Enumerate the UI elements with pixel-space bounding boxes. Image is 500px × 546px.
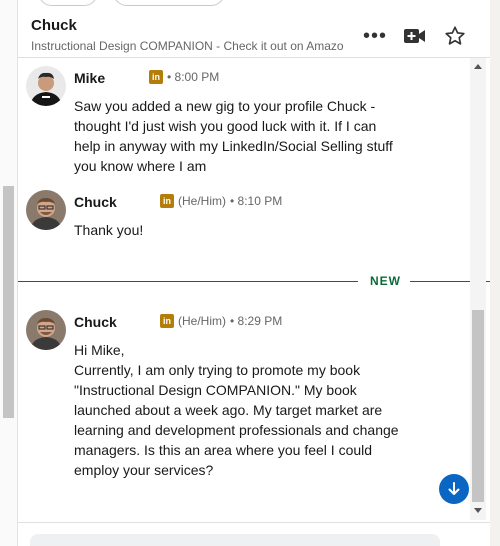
message-time: • 8:00 PM xyxy=(167,70,220,84)
message-thread: Mike in • 8:00 PM Saw you added a new gi… xyxy=(18,58,490,520)
scroll-down-arrow-icon[interactable] xyxy=(474,508,482,513)
sender-name[interactable]: Mike xyxy=(74,70,105,86)
message-body: Hi Mike, Currently, I am only trying to … xyxy=(74,342,399,478)
linkedin-icon: in xyxy=(149,70,163,84)
contact-name[interactable]: Chuck xyxy=(31,17,77,34)
sender-name[interactable]: Chuck xyxy=(74,194,117,210)
thread-scrollbar[interactable] xyxy=(470,58,486,520)
arrow-down-icon xyxy=(448,482,460,495)
scroll-thumb[interactable] xyxy=(472,310,484,502)
conversation-panel: Chuck Instructional Design COMPANION - C… xyxy=(18,0,490,546)
new-label: NEW xyxy=(370,274,401,288)
sender-pronouns: (He/Him) xyxy=(178,194,226,208)
sender-name[interactable]: Chuck xyxy=(74,314,117,330)
star-button[interactable] xyxy=(443,24,467,48)
message-body: Saw you added a new gig to your profile … xyxy=(74,98,393,174)
video-call-button[interactable] xyxy=(402,24,428,48)
linkedin-icon: in xyxy=(160,314,174,328)
contact-headline: Instructional Design COMPANION - Check i… xyxy=(31,39,344,53)
linkedin-icon: in xyxy=(160,194,174,208)
avatar[interactable] xyxy=(26,190,66,230)
message-meta: in (He/Him) • 8:10 PM xyxy=(160,194,282,208)
jump-to-latest-button[interactable] xyxy=(439,474,469,504)
message-compose-box[interactable] xyxy=(30,534,440,546)
left-scroll-thumb[interactable] xyxy=(3,186,14,418)
message-time: • 8:29 PM xyxy=(230,314,283,328)
sender-pronouns: (He/Him) xyxy=(178,314,226,328)
message-meta: in (He/Him) • 8:29 PM xyxy=(160,314,282,328)
star-outline-icon xyxy=(445,26,465,45)
video-add-icon xyxy=(404,29,425,43)
message-time: • 8:10 PM xyxy=(230,194,283,208)
avatar[interactable] xyxy=(26,66,66,106)
avatar[interactable] xyxy=(26,310,66,350)
conversation-header: Chuck Instructional Design COMPANION - C… xyxy=(18,8,490,58)
message-body: Thank you! xyxy=(74,222,144,238)
left-scroll-rail xyxy=(0,0,18,546)
more-options-button[interactable]: ••• xyxy=(360,24,390,48)
scroll-up-arrow-icon[interactable] xyxy=(474,64,482,69)
new-messages-divider: NEW xyxy=(18,274,490,288)
top-pill-button[interactable] xyxy=(113,0,225,6)
message-meta: in • 8:00 PM xyxy=(149,70,219,84)
more-horizontal-icon: ••• xyxy=(362,25,387,47)
top-pill-button[interactable] xyxy=(38,0,98,6)
